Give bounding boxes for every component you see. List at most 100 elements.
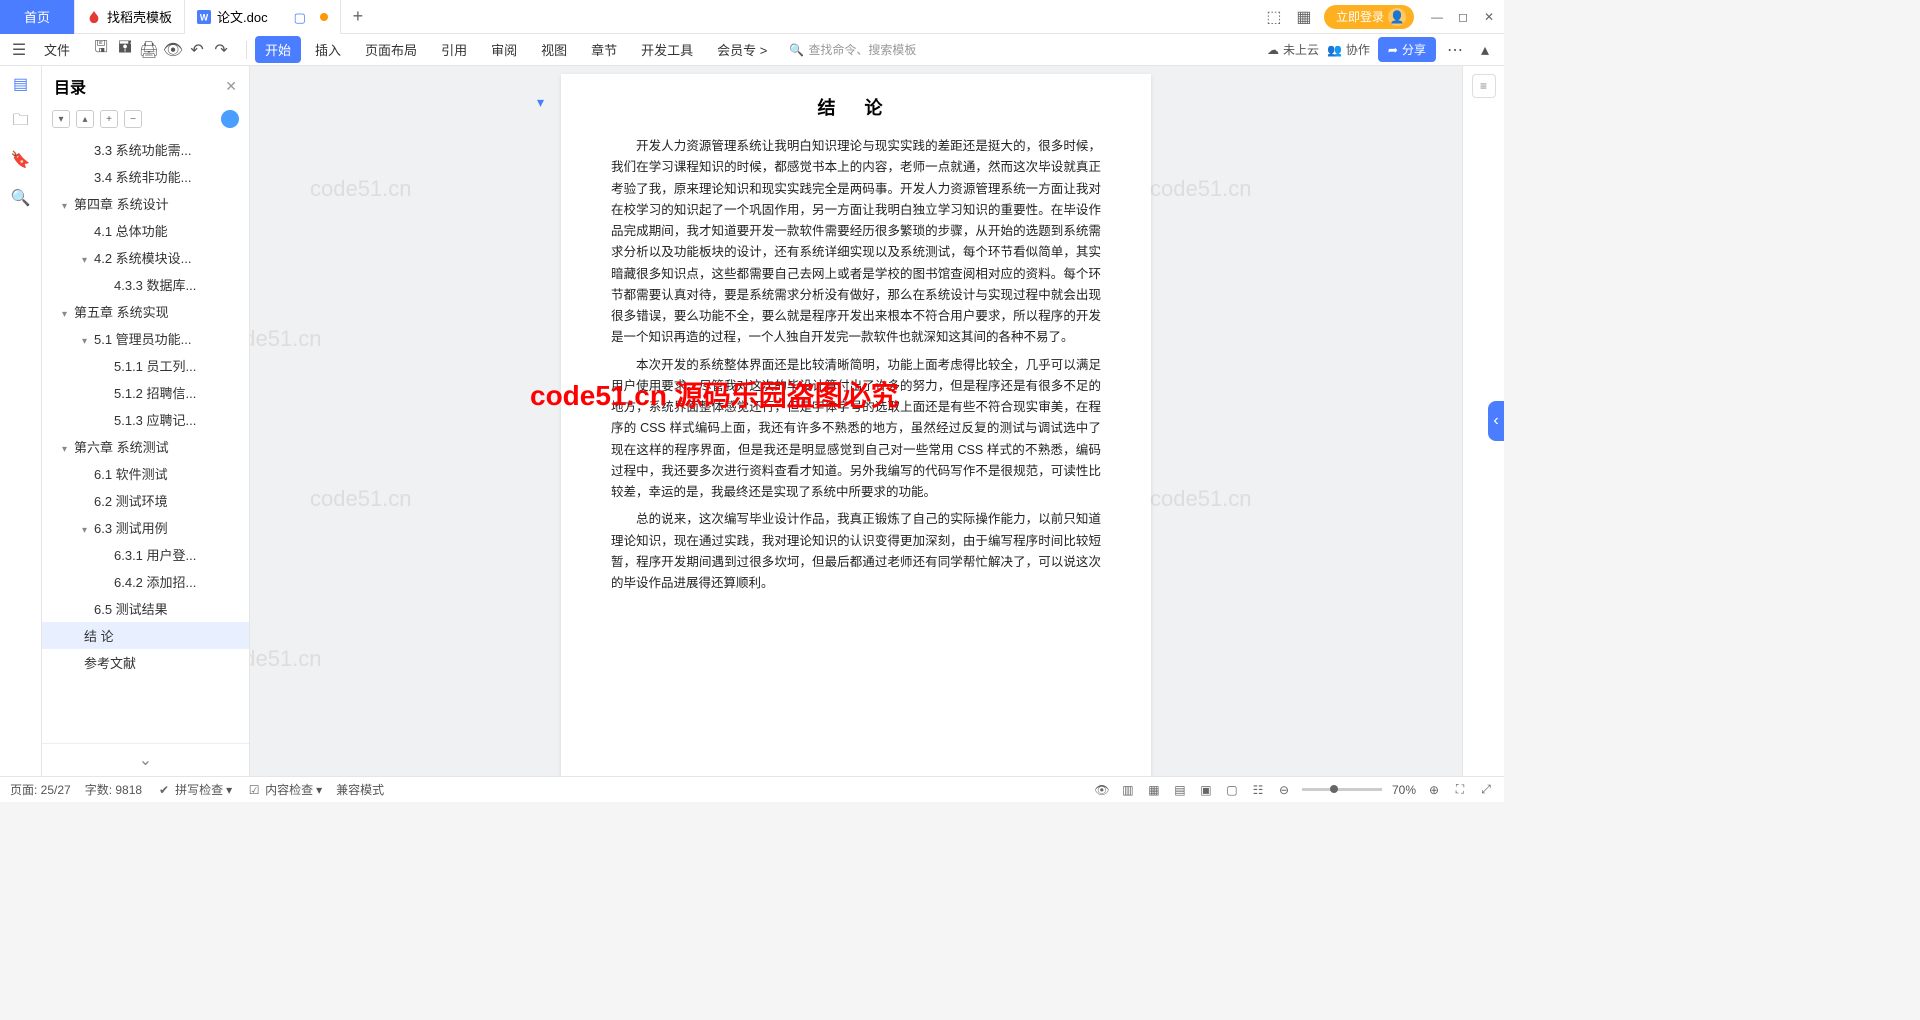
share-button[interactable]: ➦分享 [1378,37,1436,62]
menu-chapter[interactable]: 章节 [581,36,627,63]
outline-item[interactable]: 5.1.1 员工列... [42,352,249,379]
tool-minus-icon[interactable]: − [124,110,142,128]
layout-icon[interactable]: ⬚ [1264,7,1284,27]
fullscreen-icon[interactable]: ⤢ [1478,782,1494,798]
main-area: ▤ 🗀 🔖 🔍 目录 ✕ ▾ ▴ + − 3.3 系统功能需...3.4 系统非… [0,66,1504,776]
outline-close-icon[interactable]: ✕ [225,78,237,95]
outline-item[interactable]: ▾第四章 系统设计 [42,190,249,217]
spell-check[interactable]: ✔拼写检查 ▾ [156,781,232,798]
undo-icon[interactable]: ↶ [186,39,208,61]
outline-item[interactable]: ▾4.2 系统模块设... [42,244,249,271]
menu-icon[interactable]: ☰ [8,39,30,61]
watermark-bg: code51.cn [1150,486,1252,512]
view-icon[interactable]: ☷ [1250,782,1266,798]
menu-review[interactable]: 审阅 [481,36,527,63]
side-panel-handle[interactable]: ‹ [1488,401,1504,441]
doc-heading: 结 论 [611,94,1101,120]
redo-icon[interactable]: ↷ [210,39,232,61]
file-menu[interactable]: 文件 [34,36,80,63]
zoom-out-icon[interactable]: ⊖ [1276,782,1292,798]
cloud-status[interactable]: ☁未上云 [1267,41,1319,58]
outline-item[interactable]: ▾5.1 管理员功能... [42,325,249,352]
menu-insert[interactable]: 插入 [305,36,351,63]
save-as-icon[interactable]: 🖬 [114,39,136,61]
tab-home[interactable]: 首页 [0,0,75,34]
document-viewport[interactable]: code51.cn code51.cn code51.cn code51.cn … [250,66,1462,776]
content-check[interactable]: ☑内容检查 ▾ [246,781,322,798]
search-icon: 🔍 [789,43,804,57]
assistant-icon[interactable] [221,110,239,128]
tab-template[interactable]: 找稻壳模板 [75,0,185,34]
layout5-icon[interactable]: ▢ [1224,782,1240,798]
apps-icon[interactable]: ▦ [1294,7,1314,27]
outline-rail-icon[interactable]: ▤ [11,74,31,94]
command-search[interactable]: 🔍 查找命令、搜索模板 [781,39,924,60]
collapse-ribbon-icon[interactable]: ▴ [1474,39,1496,61]
zoom-in-icon[interactable]: ⊕ [1426,782,1442,798]
search-rail-icon[interactable]: 🔍 [11,188,31,208]
page-indicator[interactable]: 页面: 25/27 [10,781,71,798]
zoom-value[interactable]: 70% [1392,783,1416,797]
layout2-icon[interactable]: ▦ [1146,782,1162,798]
tool-plus-icon[interactable]: + [100,110,118,128]
outline-item[interactable]: 4.1 总体功能 [42,217,249,244]
login-button[interactable]: 立即登录 👤 [1324,5,1414,29]
tab-label: 首页 [24,7,50,26]
menu-devtools[interactable]: 开发工具 [631,36,703,63]
unsaved-indicator-icon [320,13,328,21]
menu-view[interactable]: 视图 [531,36,577,63]
left-rail: ▤ 🗀 🔖 🔍 [0,66,42,776]
expand-all-icon[interactable]: ▴ [76,110,94,128]
layout4-icon[interactable]: ▣ [1198,782,1214,798]
outline-item[interactable]: ▾第五章 系统实现 [42,298,249,325]
menu-member[interactable]: 会员专 > [707,36,777,63]
layout3-icon[interactable]: ▤ [1172,782,1188,798]
tab-document[interactable]: W 论文.doc ▢ [185,0,341,34]
menu-layout[interactable]: 页面布局 [355,36,427,63]
collapse-all-icon[interactable]: ▾ [52,110,70,128]
preview-icon[interactable]: 👁 [162,39,184,61]
chevron-icon: ▾ [82,525,94,536]
watermark-bg: code51.cn [310,486,412,512]
read-mode-icon[interactable]: 👁 [1094,782,1110,798]
more-icon[interactable]: ⋯ [1444,39,1466,61]
outline-item[interactable]: 参考文献 [42,649,249,676]
collab-button[interactable]: 👥协作 [1327,41,1370,58]
cloud-icon: ☁ [1267,43,1279,57]
outline-item[interactable]: 3.3 系统功能需... [42,136,249,163]
minimize-button[interactable]: — [1430,10,1444,24]
outline-item[interactable]: 6.1 软件测试 [42,460,249,487]
menu-references[interactable]: 引用 [431,36,477,63]
outline-item[interactable]: ▾6.3 测试用例 [42,514,249,541]
close-button[interactable]: ✕ [1482,10,1496,24]
maximize-button[interactable]: ◻ [1456,10,1470,24]
outline-item[interactable]: 5.1.3 应聘记... [42,406,249,433]
layout1-icon[interactable]: ▥ [1120,782,1136,798]
fit-icon[interactable]: ⛶ [1452,782,1468,798]
cast-icon[interactable]: ▢ [294,10,308,24]
outline-item[interactable]: 结 论 [42,622,249,649]
word-count[interactable]: 字数: 9818 [85,781,142,798]
outline-item[interactable]: 3.4 系统非功能... [42,163,249,190]
zoom-slider[interactable] [1302,788,1382,791]
bookmark-rail-icon[interactable]: 🔖 [11,150,31,170]
tab-add-button[interactable]: + [341,6,376,27]
outline-item[interactable]: 6.5 测试结果 [42,595,249,622]
properties-icon[interactable]: ≡ [1472,74,1496,98]
outline-scroll-down[interactable]: ⌄ [42,743,249,776]
page-marker-icon[interactable]: ▾ [537,94,544,111]
nav-rail-icon[interactable]: 🗀 [11,112,31,132]
chevron-icon: ▾ [62,201,74,212]
outline-item[interactable]: 5.1.2 招聘信... [42,379,249,406]
outline-item[interactable]: 6.2 测试环境 [42,487,249,514]
outline-item[interactable]: ▾第六章 系统测试 [42,433,249,460]
outline-item[interactable]: 4.3.3 数据库... [42,271,249,298]
print-icon[interactable]: 🖨 [138,39,160,61]
outline-item[interactable]: 6.3.1 用户登... [42,541,249,568]
menu-start[interactable]: 开始 [255,36,301,63]
zoom-thumb[interactable] [1330,785,1338,793]
compat-mode[interactable]: 兼容模式 [336,781,384,798]
outline-item[interactable]: 6.4.2 添加招... [42,568,249,595]
chevron-icon: ▾ [82,255,94,266]
save-icon[interactable]: 🖫 [90,39,112,61]
